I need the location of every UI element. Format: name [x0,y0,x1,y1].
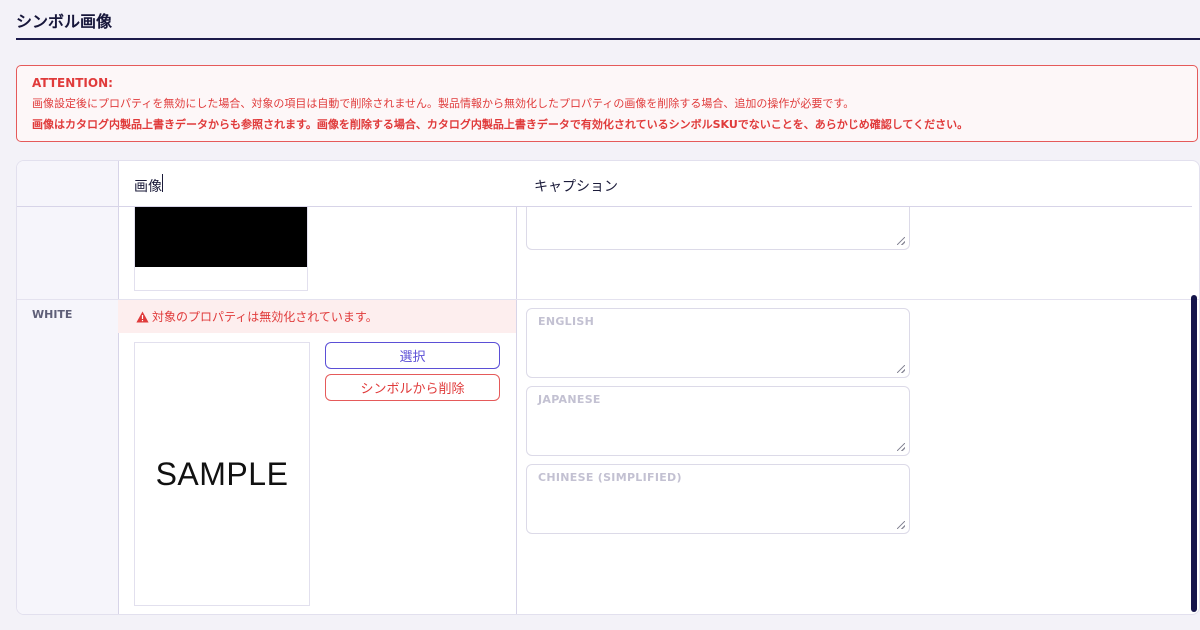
section-title: シンボル画像 [16,12,113,31]
row-label-white: WHITE [32,308,73,321]
caption-textarea-row1[interactable] [526,207,910,250]
remove-from-symbol-button[interactable]: シンボルから削除 [325,374,500,401]
header-caption: キャプション [534,179,618,195]
caption-japanese-field[interactable] [526,386,910,456]
resize-grip-icon[interactable] [897,365,905,373]
caption-english-input[interactable] [527,309,909,377]
attention-banner: ATTENTION: 画像設定後にプロパティを無効にした場合、対象の項目は自動で… [16,65,1198,142]
attention-line-1: 画像設定後にプロパティを無効にした場合、対象の項目は自動で削除されません。製品情… [32,97,855,110]
attention-heading: ATTENTION: [32,76,113,90]
symbol-image-table: 画像 キャプション WHITE 対象のプロパティは無効化されています。 SAMP… [16,160,1200,615]
select-button[interactable]: 選択 [325,342,500,369]
warning-text: 対象のプロパティは無効化されています。 [152,310,378,324]
title-underline [16,38,1200,40]
caption-japanese-input[interactable] [527,387,909,455]
caption-chinese-input[interactable] [527,465,909,533]
symbol-image-black[interactable] [134,207,308,291]
caption-chinese-field[interactable] [526,464,910,534]
resize-grip-icon[interactable] [897,237,905,245]
disabled-property-warning: 対象のプロパティは無効化されています。 [118,300,516,333]
text-caret [162,174,163,192]
warning-triangle-icon [136,311,149,322]
vertical-scrollbar[interactable] [1191,295,1197,612]
attention-line-2: 画像はカタログ内製品上書きデータからも参照されます。画像を削除する場合、カタログ… [32,118,969,131]
caption-english-field[interactable] [526,308,910,378]
row-label-column [17,161,119,614]
column-divider [516,207,517,614]
resize-grip-icon[interactable] [897,521,905,529]
sample-image-text: SAMPLE [155,455,289,492]
symbol-image-sample[interactable]: SAMPLE [134,342,310,606]
resize-grip-icon[interactable] [897,443,905,451]
header-image: 画像 [134,179,162,195]
